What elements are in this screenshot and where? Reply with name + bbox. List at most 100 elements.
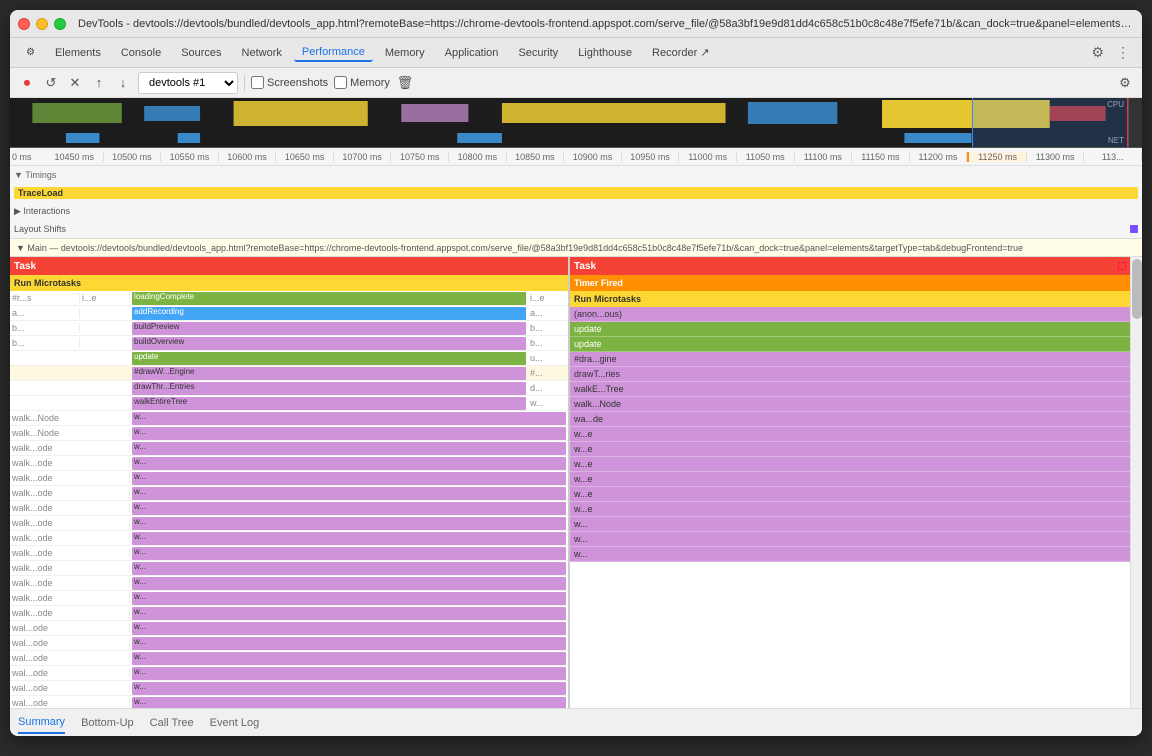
run-microtasks-header: Run Microtasks: [10, 275, 568, 291]
toolbar-divider: [244, 75, 245, 91]
settings-icon[interactable]: ⚙: [1087, 42, 1108, 63]
flame-row-walk-4: walk...odew...: [10, 501, 568, 516]
right-content: Timer Fired Run Microtasks (anon...ous) …: [570, 275, 1130, 708]
flame-row-1: #r...s i...e loadingComplete i...e: [10, 291, 568, 306]
nav-item-network[interactable]: Network: [234, 45, 290, 61]
flame-row-walk-17: wal...odew...: [10, 696, 568, 708]
nav-item-security[interactable]: Security: [510, 45, 566, 61]
flame-row-walk-11: walk...odew...: [10, 606, 568, 621]
memory-toggle[interactable]: Memory: [334, 76, 390, 89]
title-bar: DevTools - devtools://devtools/bundled/d…: [10, 10, 1142, 38]
right-row-1: w...e: [570, 442, 1130, 457]
close-button[interactable]: [18, 18, 30, 30]
selection-overlay: [972, 98, 1128, 147]
nav-item-memory[interactable]: Memory: [377, 45, 433, 61]
vertical-scrollbar[interactable]: [1130, 257, 1142, 708]
nav-item-recorder[interactable]: Recorder ↗: [644, 44, 718, 61]
more-icon[interactable]: ⋮: [1112, 42, 1134, 63]
draw-engine-row: #dra...gine: [570, 352, 1130, 367]
run-microtasks-right: Run Microtasks: [570, 291, 1130, 307]
flame-row-walk-14: wal...odew...: [10, 651, 568, 666]
walke-tree-row: walkE...Tree: [570, 382, 1130, 397]
upload-button[interactable]: ↑: [90, 74, 108, 92]
flame-chart-area: Task Run Microtasks #r...s i...e loading…: [10, 257, 1142, 708]
flame-row-walk-15: wal...odew...: [10, 666, 568, 681]
tab-bottom-up[interactable]: Bottom-Up: [81, 713, 134, 733]
flame-row-7: drawThr...Entries d...: [10, 381, 568, 396]
right-row-2: w...e: [570, 457, 1130, 472]
window-controls: [18, 18, 66, 30]
tab-call-tree[interactable]: Call Tree: [150, 713, 194, 733]
flame-row-walk-6: walk...odew...: [10, 531, 568, 546]
right-row-5: w...e: [570, 502, 1130, 517]
tab-event-log[interactable]: Event Log: [210, 713, 260, 733]
timings-section: ▼ Timings TraceLoad ▶ Interactions Layou…: [10, 166, 1142, 239]
nav-item-elements[interactable]: ⚙: [18, 45, 43, 60]
ruler-bar: 0 ms 10450 ms 10500 ms 10550 ms 10600 ms…: [10, 148, 1142, 166]
minimize-button[interactable]: [36, 18, 48, 30]
reload-button[interactable]: ↺: [42, 74, 60, 92]
overview-graph: CPU NET: [10, 98, 1142, 148]
flame-row-5: update u...: [10, 351, 568, 366]
draw-t-row: drawT...ries: [570, 367, 1130, 382]
nav-item-lighthouse[interactable]: Lighthouse: [570, 45, 640, 61]
nav-item-application[interactable]: Application: [437, 45, 507, 61]
flame-row-10: walk...Node w...: [10, 426, 568, 441]
flame-row-walk-0: walk...odew...: [10, 441, 568, 456]
flame-row-6: #drawW...Engine #...: [10, 366, 568, 381]
traceload-row[interactable]: TraceLoad: [10, 184, 1142, 202]
window-title: DevTools - devtools://devtools/bundled/d…: [78, 18, 1134, 30]
update-row-1: update: [570, 322, 1130, 337]
right-task-header: Task: [570, 257, 1130, 275]
right-rows[interactable]: (anon...ous) update update #dra...gine d…: [570, 307, 1130, 708]
right-row-0: w...e: [570, 427, 1130, 442]
flame-row-walk-16: wal...odew...: [10, 681, 568, 696]
nav-item-sources[interactable]: Sources: [173, 45, 229, 61]
flame-row-walk-1: walk...odew...: [10, 456, 568, 471]
flame-row-walk-9: walk...odew...: [10, 576, 568, 591]
nav-item-elements[interactable]: Elements: [47, 45, 109, 61]
gear-settings-icon[interactable]: ⚙: [1116, 74, 1134, 92]
interactions-row[interactable]: ▶ Interactions: [10, 202, 1142, 220]
screenshots-toggle[interactable]: Screenshots: [251, 76, 328, 89]
right-row-6: w...: [570, 517, 1130, 532]
flame-row-8: walkEntireTree w...: [10, 396, 568, 411]
flame-row-walk-3: walk...odew...: [10, 486, 568, 501]
clear-button[interactable]: 🗑: [396, 74, 414, 92]
anon-row: (anon...ous): [570, 307, 1130, 322]
maximize-button[interactable]: [54, 18, 66, 30]
net-overview: [10, 129, 1128, 147]
profile-selector[interactable]: devtools #1: [138, 72, 238, 94]
flame-row-walk-2: walk...odew...: [10, 471, 568, 486]
nav-bar: ⚙ Elements Console Sources Network Perfo…: [10, 38, 1142, 68]
right-row-4: w...e: [570, 487, 1130, 502]
layout-shifts-row[interactable]: Layout Shifts: [10, 220, 1142, 238]
toolbar: ⏺ ↺ ✕ ↑ ↓ devtools #1 Screenshots Memory…: [10, 68, 1142, 98]
flame-row-walk-12: wal...odew...: [10, 621, 568, 636]
right-row-7: w...: [570, 532, 1130, 547]
flame-row-9: walk...Node w...: [10, 411, 568, 426]
nav-item-console[interactable]: Console: [113, 45, 169, 61]
walk-node-row: walk...Node: [570, 397, 1130, 412]
right-row-8: w...: [570, 547, 1130, 562]
timings-header[interactable]: ▼ Timings: [10, 166, 1142, 184]
flame-left-panel: Task Run Microtasks #r...s i...e loading…: [10, 257, 570, 708]
flame-row-4: b... buildOverview b...: [10, 336, 568, 351]
tab-summary[interactable]: Summary: [18, 712, 65, 734]
flame-row-2: a... addRecording a...: [10, 306, 568, 321]
flame-row-walk-13: wal...odew...: [10, 636, 568, 651]
stop-button[interactable]: ✕: [66, 74, 84, 92]
wa-de-row: wa...de: [570, 412, 1130, 427]
timer-fired-row: Timer Fired: [570, 275, 1130, 291]
flame-row-3: b... buildPreview b...: [10, 321, 568, 336]
nav-item-performance[interactable]: Performance: [294, 44, 373, 62]
record-button[interactable]: ⏺: [18, 74, 36, 92]
flame-rows-left[interactable]: #r...s i...e loadingComplete i...e a... …: [10, 291, 568, 708]
scrollbar-overview[interactable]: [1128, 98, 1142, 147]
cpu-overview: [10, 98, 1128, 128]
scrollbar-thumb[interactable]: [1132, 259, 1142, 319]
flame-row-walk-10: walk...odew...: [10, 591, 568, 606]
flame-row-walk-5: walk...odew...: [10, 516, 568, 531]
url-bar: ▼ Main — devtools://devtools/bundled/dev…: [10, 239, 1142, 257]
download-button[interactable]: ↓: [114, 74, 132, 92]
